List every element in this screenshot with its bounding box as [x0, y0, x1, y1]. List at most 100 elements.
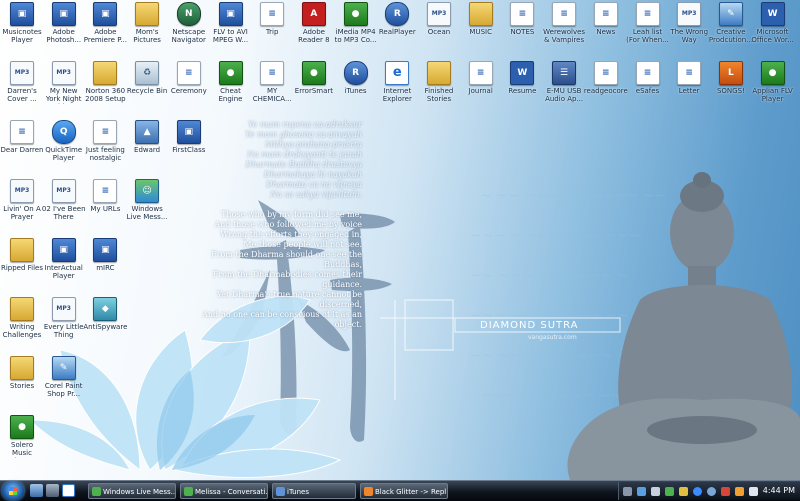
desktop-icon[interactable]: Stories [0, 356, 44, 402]
desktop-icon[interactable]: Cheat Engine [209, 61, 253, 107]
desktop-icon[interactable]: Microsoft Office Wor... [751, 2, 795, 48]
desktop-icon[interactable]: MUSIC [459, 2, 503, 48]
tray-arrow-icon[interactable] [623, 487, 632, 496]
desktop-icon[interactable]: News [584, 2, 628, 48]
desktop-icon[interactable]: FirstClass [167, 120, 211, 166]
desktop-icon[interactable]: Ceremony [167, 61, 211, 107]
desktop-icon[interactable]: Dear Darren [0, 120, 44, 166]
desktop-icon[interactable]: Writing Challenges [0, 297, 44, 343]
task-label: iTunes [287, 488, 309, 496]
desktop-icon-label: 02 I've Been There [41, 205, 86, 221]
tray-quicktime-icon[interactable] [693, 487, 702, 496]
desktop-icon[interactable]: MY CHEMICA... [250, 61, 294, 107]
desktop-icon[interactable]: InterActual Player [42, 238, 86, 284]
doc-icon [635, 2, 660, 26]
messenger-icon [184, 487, 193, 496]
desktop-icon[interactable]: mIRC [83, 238, 127, 284]
green-icon [218, 61, 243, 85]
desktop-icon[interactable]: iTunes [334, 61, 378, 107]
desktop-icon-label: Windows Live Mess... [126, 205, 168, 221]
desktop-icon[interactable]: Werewolves & Vampires [542, 2, 586, 48]
desktop-icon[interactable]: The Wrong Way [667, 2, 711, 48]
svg-text:~ ~~ ~~~ ~~ ~~~~ ~~: ~ ~~ ~~~ ~~ ~~~~ ~~ [480, 188, 666, 204]
tray-network-icon[interactable] [637, 487, 646, 496]
desktop-icon[interactable]: Ocean [417, 2, 461, 48]
desktop-icon[interactable]: Internet Explorer [375, 61, 419, 107]
desktop-icon[interactable]: SONGS! [709, 61, 753, 107]
desktop-icon[interactable]: QuickTime Player [42, 120, 86, 166]
tray-volume-icon[interactable] [651, 487, 660, 496]
desktop-icon[interactable]: AntiSpyware [83, 297, 127, 343]
doc-icon [677, 61, 702, 85]
desktop-icon[interactable]: readgeocore [584, 61, 628, 107]
switch-windows-icon[interactable] [46, 484, 59, 497]
desktop-icon[interactable]: Creative Prodcution... [709, 2, 753, 48]
desktop-icon[interactable]: Livin' On A Prayer [0, 179, 44, 225]
task-button-conversation[interactable]: Melissa - Conversati... [180, 483, 268, 499]
desktop-icon[interactable]: FLV to AVI MPEG W... [209, 2, 253, 48]
desktop-icon[interactable]: Finished Stories [417, 61, 461, 107]
desktop-icon[interactable]: Netscape Navigator [167, 2, 211, 48]
start-button[interactable] [2, 482, 24, 500]
app-icon [93, 238, 118, 262]
word-icon [760, 2, 785, 26]
shield-icon [93, 297, 118, 321]
desktop-icon[interactable]: eSafes [626, 61, 670, 107]
english-line: Yet Dharma's true nature cannot be disce… [216, 290, 362, 309]
green-icon [343, 2, 368, 26]
desktop-icon[interactable]: ErrorSmart [292, 61, 336, 107]
desktop-icon[interactable]: Every Little Thing [42, 297, 86, 343]
tray-itunes-icon[interactable] [707, 487, 716, 496]
desktop-icon[interactable]: Journal [459, 61, 503, 107]
desktop-icon[interactable]: Resume [500, 61, 544, 107]
desktop-icon[interactable]: Corel Paint Shop Pr... [42, 356, 86, 402]
desktop-icon[interactable]: Edward [125, 120, 169, 166]
task-button-windows-live-messenger[interactable]: Windows Live Mess... [88, 483, 176, 499]
desktop-icon[interactable]: Just feeling nostalgic [83, 120, 127, 166]
tray-security-icon[interactable] [679, 487, 688, 496]
desktop-icon[interactable]: NOTES [500, 2, 544, 48]
desktop-icon[interactable]: Adobe Reader 8 [292, 2, 336, 48]
mp3-icon [427, 2, 451, 26]
clock[interactable]: 4:44 PM [763, 486, 795, 495]
desktop-icon[interactable]: Letter [667, 61, 711, 107]
desktop-icon[interactable]: RealPlayer [375, 2, 419, 48]
desktop-icon[interactable]: Applian FLV Player [751, 61, 795, 107]
app-icon [51, 2, 76, 26]
desktop-icon[interactable]: Musicnotes Player [0, 2, 44, 48]
svg-text:~~~ ~~ ~~~~ ~~: ~~~ ~~ ~~~~ ~~ [480, 388, 622, 404]
desktop-icon[interactable]: My URLs [83, 179, 127, 225]
desktop-icon-label: Adobe Premiere P... [83, 28, 128, 44]
desktop-icon-label: Ocean [427, 28, 451, 36]
desktop-icon[interactable]: Adobe Photosh... [42, 2, 86, 48]
doc-icon [10, 120, 34, 144]
messenger-icon [92, 487, 101, 496]
desktop-icon[interactable]: My New York Night With ... [42, 61, 86, 107]
desktop-icon[interactable]: Windows Live Mess... [125, 179, 169, 225]
desktop-icon[interactable]: Adobe Premiere P... [83, 2, 127, 48]
show-desktop-icon[interactable] [30, 484, 43, 497]
desktop-icon[interactable]: iMedia MP4 to MP3 Co... [334, 2, 378, 48]
desktop-icon[interactable]: Leah list (For When... [626, 2, 670, 48]
doc-icon [635, 61, 660, 85]
desktop-icon[interactable]: Mom's Pictures [125, 2, 169, 48]
tray-speaker-icon[interactable] [749, 487, 758, 496]
tray-messenger-icon[interactable] [665, 487, 674, 496]
desktop-icon[interactable]: E-MU USB Audio Ap... [542, 61, 586, 107]
tray-update-icon[interactable] [735, 487, 744, 496]
task-button-itunes[interactable]: iTunes [272, 483, 356, 499]
internet-explorer-icon[interactable] [62, 484, 75, 497]
desktop-icon-label: Recycle Bin [126, 87, 168, 95]
desktop-icon[interactable]: 02 I've Been There [42, 179, 86, 225]
sanskrit-line: Dharmakaya hi nayakah [263, 170, 362, 179]
desktop-icon[interactable]: Ripped Files [0, 238, 44, 284]
desktop-icon[interactable]: Norton 360 2008 Setup [83, 61, 127, 107]
desktop-icon[interactable]: Recycle Bin [125, 61, 169, 107]
tray-antivirus-icon[interactable] [721, 487, 730, 496]
sanskrit-line: Dharmata ca na vijneya [265, 180, 362, 189]
desktop-icon[interactable]: Solero Music Viewer [0, 415, 44, 461]
desktop-icon[interactable]: Trip [250, 2, 294, 48]
real-icon [343, 61, 368, 85]
task-button-black-glitter[interactable]: Black Glitter -> Repl... [360, 483, 448, 499]
desktop-icon[interactable]: Darren's Cover ... [0, 61, 44, 107]
